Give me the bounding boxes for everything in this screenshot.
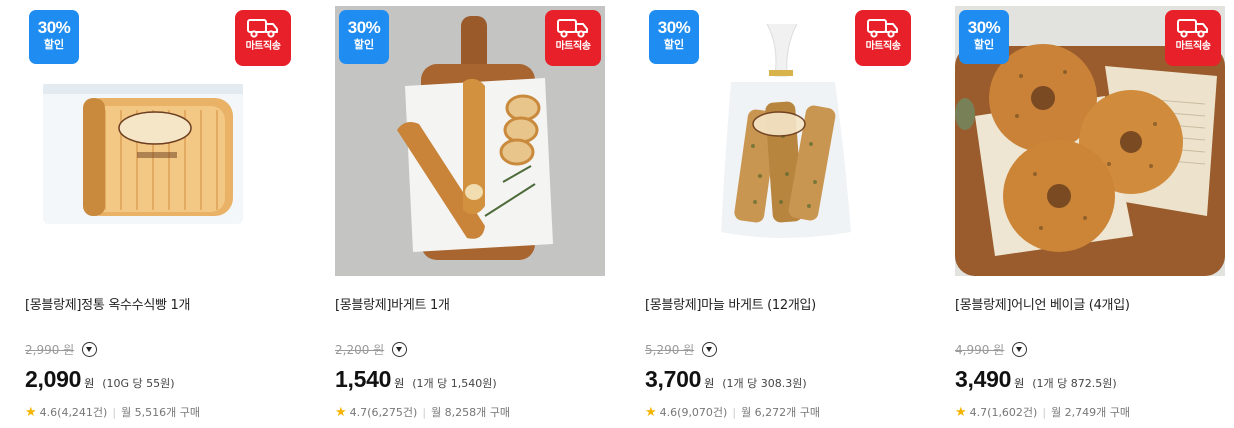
star-icon: ★	[25, 404, 37, 420]
product-image[interactable]: 30% 할인 마트직송	[955, 6, 1225, 276]
product-image[interactable]: 30% 할인 마트직송	[25, 6, 295, 276]
review-summary: ★ 4.7(1,602건) | 월 2,749개 구매	[955, 404, 1130, 420]
sale-badge: 30% 할인	[339, 10, 389, 64]
sale-label: 할인	[663, 38, 685, 51]
sale-badge: 30% 할인	[29, 10, 79, 64]
delivery-truck-icon	[557, 19, 588, 38]
sale-label: 할인	[353, 38, 375, 51]
delivery-truck-icon	[867, 19, 898, 38]
delivery-label: 마트직송	[245, 41, 281, 52]
sale-price-row: 3,700 원 (1개 당 308.3원)	[645, 366, 807, 393]
sale-percent: 30%	[347, 18, 381, 37]
review-summary: ★ 4.6(9,070건) | 월 6,272개 구매	[645, 404, 820, 420]
divider: |	[422, 405, 427, 419]
sale-badge: 30% 할인	[649, 10, 699, 64]
product-name[interactable]: [몽블랑제]정통 옥수수식빵 1개	[25, 294, 190, 313]
star-icon: ★	[645, 404, 657, 420]
price-info-toggle-icon[interactable]	[392, 341, 408, 357]
product-name[interactable]: [몽블랑제]마늘 바게트 (12개입)	[645, 294, 816, 313]
currency-unit: 원	[1014, 377, 1025, 390]
divider: |	[112, 405, 117, 419]
review-summary: ★ 4.6(4,241건) | 월 5,516개 구매	[25, 404, 200, 420]
product-grid: 30% 할인 마트직송 [몽블랑제]정통 옥수수식빵 1개 2,990 원 2,…	[0, 0, 1234, 428]
sale-price: 3,700	[645, 366, 702, 392]
product-card[interactable]: 30% 할인 마트직송 [몽블랑제]바게트 1개 2,200 원 1,540 원…	[335, 0, 605, 428]
divider: |	[1042, 405, 1047, 419]
rating: 4.7(6,275건)	[349, 406, 418, 419]
sale-percent: 30%	[657, 18, 691, 37]
star-icon: ★	[955, 404, 967, 420]
monthly-sales: 월 6,272개 구매	[741, 406, 821, 419]
unit-price: (1개 당 308.3원)	[722, 377, 807, 390]
delivery-label: 마트직송	[1175, 41, 1211, 52]
monthly-sales: 월 8,258개 구매	[431, 406, 511, 419]
delivery-badge: 마트직송	[235, 10, 291, 66]
original-price-row: 4,990 원	[955, 341, 1028, 357]
product-card[interactable]: 30% 할인 마트직송 [몽블랑제]어니언 베이글 (4개입) 4,990 원 …	[955, 0, 1225, 428]
unit-price: (10G 당 55원)	[102, 377, 175, 390]
currency-unit: 원	[84, 377, 95, 390]
rating: 4.7(1,602건)	[969, 406, 1038, 419]
currency-unit: 원	[704, 377, 715, 390]
sale-percent: 30%	[37, 18, 71, 37]
star-icon: ★	[335, 404, 347, 420]
unit-price: (1개 당 872.5원)	[1032, 377, 1117, 390]
rating: 4.6(4,241건)	[39, 406, 108, 419]
price-info-toggle-icon[interactable]	[82, 341, 98, 357]
product-card[interactable]: 30% 할인 마트직송 [몽블랑제]마늘 바게트 (12개입) 5,290 원 …	[645, 0, 915, 428]
sale-label: 할인	[973, 38, 995, 51]
sale-price: 1,540	[335, 366, 392, 392]
delivery-label: 마트직송	[865, 41, 901, 52]
delivery-truck-icon	[247, 19, 278, 38]
sale-price: 3,490	[955, 366, 1012, 392]
original-price-row: 2,990 원	[25, 341, 98, 357]
product-image[interactable]: 30% 할인 마트직송	[645, 6, 915, 276]
delivery-label: 마트직송	[555, 41, 591, 52]
original-price: 4,990 원	[955, 342, 1005, 357]
rating: 4.6(9,070건)	[659, 406, 728, 419]
monthly-sales: 월 2,749개 구매	[1051, 406, 1131, 419]
original-price: 5,290 원	[645, 342, 695, 357]
original-price: 2,990 원	[25, 342, 75, 357]
product-image[interactable]: 30% 할인 마트직송	[335, 6, 605, 276]
currency-unit: 원	[394, 377, 405, 390]
sale-badge: 30% 할인	[959, 10, 1009, 64]
price-info-toggle-icon[interactable]	[702, 341, 718, 357]
sale-price-row: 1,540 원 (1개 당 1,540원)	[335, 366, 497, 393]
original-price: 2,200 원	[335, 342, 385, 357]
product-name[interactable]: [몽블랑제]어니언 베이글 (4개입)	[955, 294, 1130, 313]
monthly-sales: 월 5,516개 구매	[121, 406, 201, 419]
sale-price-row: 3,490 원 (1개 당 872.5원)	[955, 366, 1117, 393]
sale-price-row: 2,090 원 (10G 당 55원)	[25, 366, 175, 393]
delivery-badge: 마트직송	[855, 10, 911, 66]
original-price-row: 2,200 원	[335, 341, 408, 357]
sale-label: 할인	[43, 38, 65, 51]
sale-price: 2,090	[25, 366, 82, 392]
product-card[interactable]: 30% 할인 마트직송 [몽블랑제]정통 옥수수식빵 1개 2,990 원 2,…	[25, 0, 295, 428]
review-summary: ★ 4.7(6,275건) | 월 8,258개 구매	[335, 404, 510, 420]
delivery-truck-icon	[1177, 19, 1208, 38]
sale-percent: 30%	[967, 18, 1001, 37]
original-price-row: 5,290 원	[645, 341, 718, 357]
price-info-toggle-icon[interactable]	[1012, 341, 1028, 357]
divider: |	[732, 405, 737, 419]
unit-price: (1개 당 1,540원)	[412, 377, 497, 390]
delivery-badge: 마트직송	[545, 10, 601, 66]
delivery-badge: 마트직송	[1165, 10, 1221, 66]
product-name[interactable]: [몽블랑제]바게트 1개	[335, 294, 450, 313]
